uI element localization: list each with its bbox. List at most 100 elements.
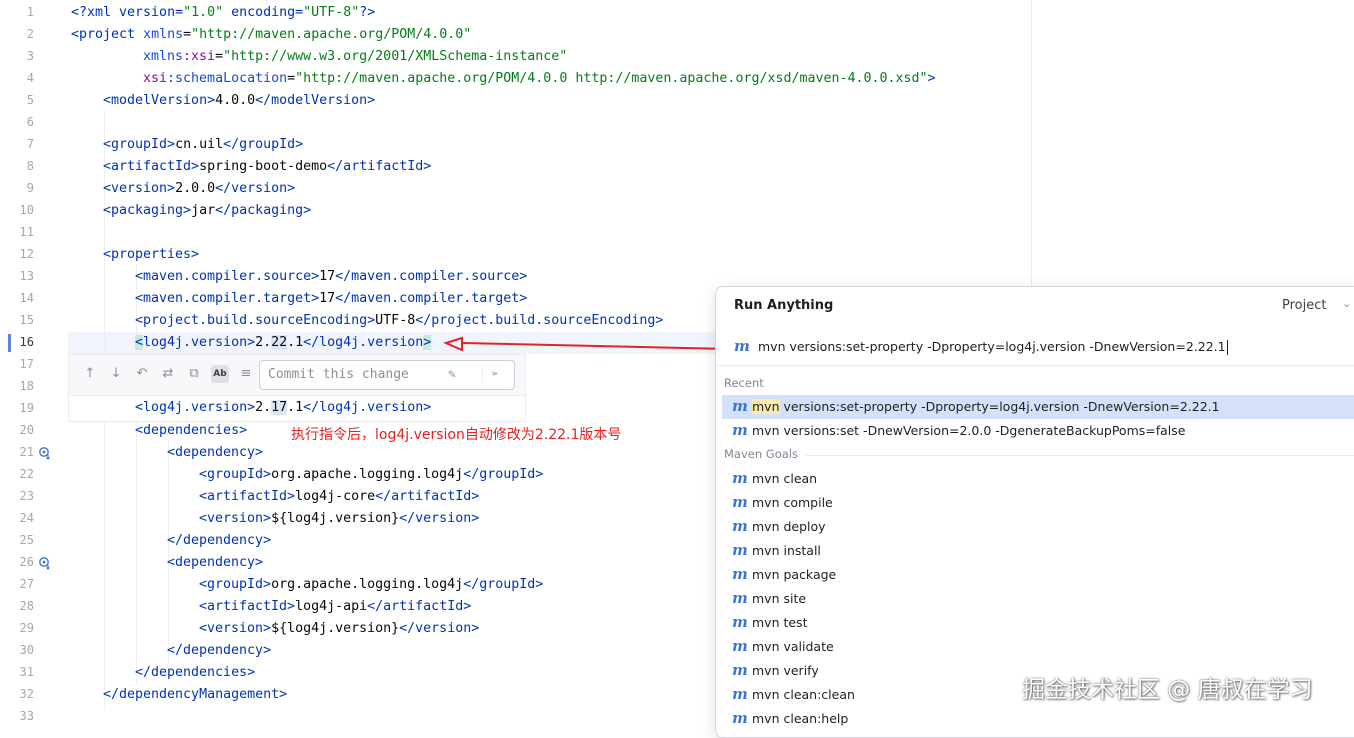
search-match: mvn <box>752 399 780 414</box>
code-line: <groupId>cn.uil</groupId> <box>103 137 304 152</box>
line-number: 21 <box>19 445 34 459</box>
word-diff-toggle[interactable]: Ab <box>211 365 229 383</box>
code-line-current: <log4j.version>2.22.1</log4j.version> <box>135 335 432 350</box>
code-line: <project.build.sourceEncoding>UTF-8</pro… <box>135 313 664 328</box>
rollback-icon[interactable]: ↶ <box>133 365 151 383</box>
maven-icon: m <box>732 469 748 487</box>
line-number: 17 <box>19 357 34 371</box>
recent-item-selected[interactable]: m mvn versions:set-property -Dproperty=l… <box>722 395 1354 419</box>
maven-icon: m <box>732 685 748 703</box>
line-number: 20 <box>19 423 34 437</box>
maven-icon: m <box>732 637 748 655</box>
maven-goal-item[interactable]: m mvn test <box>722 611 1354 635</box>
show-diff-icon[interactable]: ⇄ <box>159 365 177 383</box>
popup-title: Run Anything <box>734 298 834 313</box>
previous-change-icon[interactable]: ↑ <box>81 365 99 383</box>
maven-goal-item[interactable]: m mvn compile <box>722 491 1354 515</box>
copy-icon[interactable]: ⧉ <box>185 365 203 383</box>
line-number: 24 <box>19 511 34 525</box>
next-change-icon[interactable]: ↓ <box>107 365 125 383</box>
line-number: 23 <box>19 489 34 503</box>
maven-icon: m <box>732 589 748 607</box>
line-number: 11 <box>19 225 34 239</box>
maven-goal-item[interactable]: m mvn site <box>722 587 1354 611</box>
maven-icon: m <box>732 613 748 631</box>
maven-icon: m <box>732 541 748 559</box>
code-line: </dependency> <box>167 643 272 658</box>
command-input-row[interactable]: m mvn versions:set-property -Dproperty=l… <box>716 329 1354 366</box>
recent-item[interactable]: m mvn versions:set -DnewVersion=2.0.0 -D… <box>722 419 1354 443</box>
maven-dependency-gutter-icon[interactable] <box>38 446 52 460</box>
maven-goal-item[interactable]: m mvn clean:help <box>722 707 1354 731</box>
maven-goals-section-header: Maven Goals <box>724 447 798 461</box>
line-number: 29 <box>19 621 34 635</box>
line-number: 5 <box>26 93 34 107</box>
line-number: 10 <box>19 203 34 217</box>
commit-change-field[interactable]: Commit this change ✎ ➢ <box>259 360 515 390</box>
line-number-current: 16 <box>19 335 34 349</box>
watermark: 掘金技术社区 @ 唐叔在学习 <box>1022 677 1313 703</box>
maven-goal-item[interactable]: m mvn package <box>722 563 1354 587</box>
code-line: <maven.compiler.source>17</maven.compile… <box>135 269 528 284</box>
maven-icon: m <box>732 709 748 727</box>
code-line: <dependency> <box>167 555 264 570</box>
code-line: </dependencyManagement> <box>103 687 288 702</box>
code-line: <modelVersion>4.0.0</modelVersion> <box>103 93 376 108</box>
section-divider <box>806 455 1354 456</box>
maven-icon: m <box>732 397 748 415</box>
line-number: 26 <box>19 555 34 569</box>
command-input[interactable]: mvn versions:set-property -Dproperty=log… <box>758 339 1228 355</box>
line-number: 22 <box>19 467 34 481</box>
line-number: 9 <box>26 181 34 195</box>
code-line: <artifactId>log4j-core</artifactId> <box>199 489 480 504</box>
line-number: 14 <box>19 291 34 305</box>
code-line: xmlns:xsi="http://www.w3.org/2001/XMLSch… <box>143 49 568 64</box>
maven-icon: m <box>734 337 750 355</box>
maven-icon: m <box>732 493 748 511</box>
line-number: 8 <box>26 159 34 173</box>
line-number: 3 <box>26 49 34 63</box>
maven-goal-item[interactable]: m mvn install <box>722 539 1354 563</box>
maven-goal-item[interactable]: m mvn clean <box>722 467 1354 491</box>
code-line: <artifactId>log4j-api</artifactId> <box>199 599 472 614</box>
ai-generate-icon[interactable]: ✎ <box>444 367 460 383</box>
code-line: <version>2.0.0</version> <box>103 181 296 196</box>
recent-section-header: Recent <box>724 376 764 390</box>
line-number: 2 <box>26 27 34 41</box>
annotate-icon[interactable]: ≡ <box>237 365 255 383</box>
commit-send-icon[interactable]: ➢ <box>482 367 503 383</box>
maven-icon: m <box>732 421 748 439</box>
maven-icon: m <box>732 517 748 535</box>
code-line: </dependencies> <box>135 665 256 680</box>
code-line: <properties> <box>103 247 200 262</box>
line-number: 33 <box>19 709 34 723</box>
line-number: 6 <box>26 115 34 129</box>
line-number: 1 <box>26 5 34 19</box>
line-number: 28 <box>19 599 34 613</box>
code-line: <?xml version="1.0" encoding="UTF-8"?> <box>71 5 376 20</box>
inline-diff-popup: ↑ ↓ ↶ ⇄ ⧉ Ab ≡ Commit this change ✎ ➢ <l… <box>68 354 526 422</box>
commit-placeholder: Commit this change <box>268 367 409 382</box>
code-line: <dependencies> <box>135 423 248 438</box>
maven-goal-item[interactable]: m mvn deploy <box>722 515 1354 539</box>
line-number: 12 <box>19 247 34 261</box>
maven-goal-item[interactable]: m mvn validate <box>722 635 1354 659</box>
line-number: 13 <box>19 269 34 283</box>
scope-dropdown[interactable]: Project <box>1282 298 1326 313</box>
code-line: <packaging>jar</packaging> <box>103 203 312 218</box>
maven-icon: m <box>732 661 748 679</box>
chevron-down-icon[interactable]: ⌄ <box>1342 297 1351 310</box>
line-number: 18 <box>19 379 34 393</box>
line-number: 32 <box>19 687 34 701</box>
code-line: <maven.compiler.target>17</maven.compile… <box>135 291 528 306</box>
line-number: 7 <box>26 137 34 151</box>
maven-dependency-gutter-icon[interactable] <box>38 556 52 570</box>
line-number: 25 <box>19 533 34 547</box>
line-number: 19 <box>19 401 34 415</box>
code-line: <version>${log4j.version}</version> <box>199 621 480 636</box>
code-line: </dependency> <box>167 533 272 548</box>
line-number-gutter: 1 2 3 4 5 6 7 8 9 10 11 12 13 14 15 16 1… <box>0 0 68 723</box>
line-number: 4 <box>26 71 34 85</box>
code-line: <project xmlns="http://maven.apache.org/… <box>71 27 472 42</box>
line-number: 31 <box>19 665 34 679</box>
